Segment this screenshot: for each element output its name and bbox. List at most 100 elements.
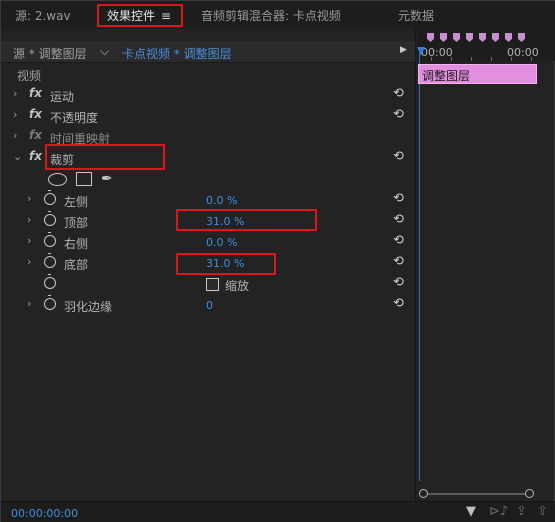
scrollbar-track[interactable] (424, 493, 530, 495)
ruler-tick (491, 57, 492, 61)
param-value[interactable]: 31.0 % (206, 215, 244, 228)
param-value[interactable]: 0.0 % (206, 236, 237, 249)
marker-icon[interactable] (505, 33, 512, 42)
stopwatch-icon[interactable] (44, 274, 56, 289)
chevron-right-icon[interactable]: › (13, 108, 17, 121)
panel-divider (415, 29, 416, 501)
param-label: 羽化边缘 (64, 300, 113, 314)
marker-icon[interactable] (427, 33, 434, 42)
ruler-tick (451, 57, 452, 61)
chevron-right-icon[interactable]: › (27, 213, 31, 226)
stopwatch-icon[interactable] (44, 211, 56, 226)
effect-label: 运动 (50, 90, 75, 104)
reset-icon[interactable]: ⟲ (393, 107, 404, 122)
mask-tools: ✒ (1, 171, 415, 191)
marker-icon[interactable] (492, 33, 499, 42)
tab-metadata[interactable]: 元数据 (398, 7, 434, 24)
reset-icon[interactable]: ⟲ (393, 233, 404, 248)
chevron-right-icon[interactable]: › (13, 87, 17, 100)
reset-icon[interactable]: ⟲ (393, 296, 404, 311)
clip-header: 源 * 调整图层 ⌵ 卡点视频 * 调整图层 ▶ (1, 41, 415, 63)
audio-loop-icon[interactable]: ⊳♪ (489, 504, 508, 519)
chevron-right-icon[interactable]: › (27, 297, 31, 310)
scrollbar-left-handle[interactable] (419, 489, 428, 498)
effect-controls-panel: 源: 2.wav 效果控件 ≡ 音频剪辑混合器: 卡点视频 元数据 源 * 调整图… (0, 0, 555, 522)
reset-icon[interactable]: ⟲ (393, 149, 404, 164)
param-row-top[interactable]: › 顶部 31.0 % ⟲ (1, 211, 415, 232)
stopwatch-icon[interactable] (44, 253, 56, 268)
stopwatch-icon[interactable] (44, 232, 56, 247)
stopwatch-icon[interactable] (44, 295, 56, 310)
tab-effect-controls[interactable]: 效果控件 ≡ (107, 7, 171, 24)
param-value[interactable]: 0 (206, 299, 213, 312)
fx-icon[interactable]: fx (29, 149, 42, 163)
chevron-right-icon[interactable]: › (27, 255, 31, 268)
param-label: 底部 (64, 258, 89, 272)
effect-label: 裁剪 (50, 153, 75, 167)
pen-mask-icon[interactable]: ✒ (101, 171, 113, 187)
param-label: 顶部 (64, 216, 89, 230)
panel-menu-icon[interactable]: ≡ (161, 9, 171, 23)
param-label: 左侧 (64, 195, 89, 209)
reset-icon[interactable]: ⟲ (393, 86, 404, 101)
export-icon[interactable]: ⇪ (516, 504, 527, 519)
scrollbar-right-handle[interactable] (525, 489, 534, 498)
reset-icon[interactable]: ⟲ (393, 191, 404, 206)
marker-icon[interactable] (466, 33, 473, 42)
reset-icon[interactable]: ⟲ (393, 212, 404, 227)
fx-icon[interactable]: fx (29, 86, 42, 100)
param-value[interactable]: 31.0 % (206, 257, 244, 270)
effect-row-motion[interactable]: › fx 运动 ⟲ (1, 85, 415, 106)
marker-icon[interactable] (440, 33, 447, 42)
timeline-clip[interactable]: 调整图层 (418, 64, 537, 84)
marker-icon[interactable] (518, 33, 525, 42)
timeline-clip-label: 调整图层 (422, 69, 471, 83)
reset-icon[interactable]: ⟲ (393, 254, 404, 269)
marker-icon[interactable] (479, 33, 486, 42)
sequence-clip-label[interactable]: 卡点视频 * 调整图层 (122, 45, 232, 62)
tab-audio-clip-mixer[interactable]: 音频剪辑混合器: 卡点视频 (201, 7, 341, 24)
current-timecode[interactable]: 00:00:00:00 (11, 507, 78, 520)
chevron-right-icon[interactable]: › (27, 234, 31, 247)
zoom-checkbox[interactable] (206, 278, 219, 291)
playhead-icon[interactable] (417, 47, 425, 56)
zoom-label: 缩放 (225, 279, 250, 293)
param-row-zoom[interactable]: 缩放 ⟲ (1, 274, 415, 295)
effect-label: 时间重映射 (50, 132, 111, 146)
panel-tab-bar: 源: 2.wav 效果控件 ≡ 音频剪辑混合器: 卡点视频 元数据 (1, 1, 555, 29)
timeline-ruler[interactable]: 00:00 00:00 (417, 29, 555, 61)
param-label: 右侧 (64, 237, 89, 251)
reset-icon[interactable]: ⟲ (393, 275, 404, 290)
ruler-tick (471, 57, 472, 61)
chevron-down-icon[interactable]: ⌵ (100, 44, 109, 59)
fx-icon: fx (29, 128, 42, 142)
tab-source[interactable]: 源: 2.wav (15, 7, 71, 24)
share-icon[interactable]: ⇧ (537, 504, 548, 519)
effect-row-time-remapping[interactable]: › fx 时间重映射 (1, 127, 415, 148)
timeline-zoom-scrollbar[interactable] (419, 489, 534, 499)
param-row-bottom[interactable]: › 底部 31.0 % ⟲ (1, 253, 415, 274)
chevron-right-icon[interactable]: › (13, 129, 17, 142)
ruler-tick (511, 57, 512, 61)
source-clip-label[interactable]: 源 * 调整图层 (13, 45, 87, 62)
param-row-feather-edges[interactable]: › 羽化边缘 0 ⟲ (1, 295, 415, 316)
param-row-left[interactable]: › 左侧 0.0 % ⟲ (1, 190, 415, 211)
play-icon[interactable]: ▶ (400, 45, 407, 55)
timeline-start-time: 00:00 (421, 46, 453, 59)
fx-icon[interactable]: fx (29, 107, 42, 121)
marker-icon[interactable] (453, 33, 460, 42)
ruler-tick (431, 57, 432, 61)
chevron-right-icon[interactable]: › (27, 192, 31, 205)
effect-row-crop[interactable]: ⌄ fx 裁剪 ⟲ (1, 148, 415, 169)
status-bar: 00:00:00:00 ▼ ⊳♪ ⇪ ⇧ (1, 501, 555, 522)
rectangle-mask-icon[interactable] (76, 172, 92, 186)
tab-effect-controls-label: 效果控件 (107, 9, 156, 23)
video-section-label: 视频 (17, 69, 42, 83)
effect-row-opacity[interactable]: › fx 不透明度 ⟲ (1, 106, 415, 127)
chevron-down-icon[interactable]: ⌄ (13, 150, 22, 163)
stopwatch-icon[interactable] (44, 190, 56, 205)
filter-icon[interactable]: ▼ (466, 504, 476, 519)
ellipse-mask-icon[interactable] (48, 173, 67, 186)
param-value[interactable]: 0.0 % (206, 194, 237, 207)
param-row-right[interactable]: › 右侧 0.0 % ⟲ (1, 232, 415, 253)
